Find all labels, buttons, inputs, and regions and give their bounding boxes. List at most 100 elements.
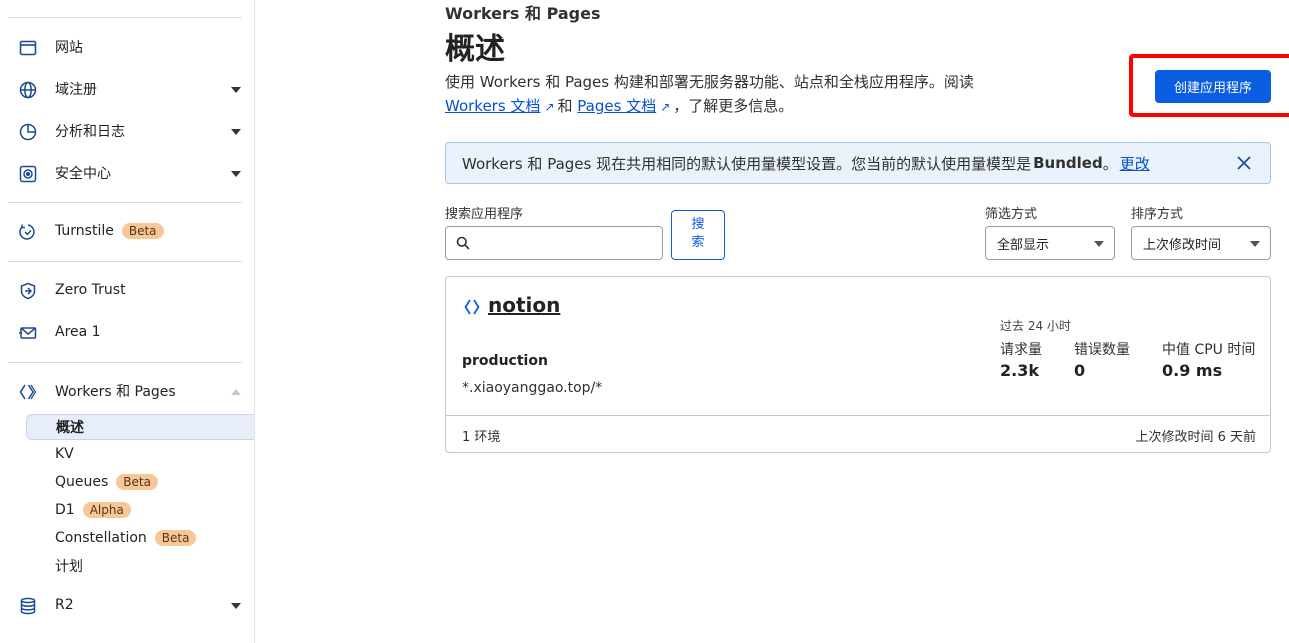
create-application-button[interactable]: 创建应用程序 bbox=[1155, 70, 1271, 103]
chevron-down-icon bbox=[1250, 241, 1260, 247]
description-text: 使用 Workers 和 Pages 构建和部署无服务器功能、站点和全栈应用程序… bbox=[445, 73, 974, 91]
environment-name: production bbox=[462, 353, 548, 369]
beta-badge: Beta bbox=[154, 530, 197, 546]
usage-model-alert: Workers 和 Pages 现在共用相同的默认使用量模型设置。您当前的默认使… bbox=[445, 142, 1271, 184]
external-link-icon: ↗ bbox=[660, 100, 671, 114]
search-label: 搜索应用程序 bbox=[445, 207, 524, 222]
highlight-box: 创建应用程序 bbox=[1129, 54, 1289, 117]
turnstile-icon bbox=[19, 223, 37, 241]
stats-period: 过去 24 小时 bbox=[1000, 319, 1071, 333]
database-icon bbox=[19, 597, 37, 615]
description-suffix: ，了解更多信息。 bbox=[673, 97, 794, 115]
filter-label: 筛选方式 bbox=[985, 207, 1038, 222]
sidebar-subitem-plans[interactable]: 计划 bbox=[26, 553, 254, 579]
sidebar-item-label: 安全中心 bbox=[55, 166, 111, 182]
sidebar-item-label: Workers 和 Pages bbox=[55, 384, 176, 400]
close-icon[interactable] bbox=[1236, 155, 1252, 171]
stat-label-errors: 错误数量 bbox=[1074, 342, 1130, 358]
sort-value: 上次修改时间 bbox=[1143, 237, 1222, 253]
search-icon bbox=[456, 236, 470, 250]
chevron-down-icon bbox=[231, 171, 241, 177]
sidebar-item-turnstile[interactable]: Turnstile Beta bbox=[0, 215, 254, 247]
sidebar-item-label: 网站 bbox=[55, 40, 83, 56]
filter-value: 全部显示 bbox=[997, 237, 1050, 253]
sidebar-subitem-label: 概述 bbox=[56, 420, 84, 436]
sidebar-item-websites[interactable]: 网站 bbox=[0, 31, 254, 63]
search-button[interactable]: 搜 索 bbox=[671, 210, 725, 260]
workers-icon bbox=[463, 297, 483, 317]
sidebar-item-area1[interactable]: Area 1 bbox=[0, 316, 254, 348]
sidebar-subitem-constellation[interactable]: Constellation Beta bbox=[26, 525, 254, 551]
description-and: 和 bbox=[557, 97, 573, 115]
breadcrumb: Workers 和 Pages bbox=[445, 4, 601, 23]
project-card: notion production *.xiaoyanggao.top/* 过去… bbox=[445, 276, 1271, 453]
sidebar-subitem-kv[interactable]: KV bbox=[26, 441, 254, 467]
sidebar-item-label: Turnstile bbox=[55, 223, 114, 239]
search-field[interactable] bbox=[445, 226, 663, 260]
usage-model-value: Bundled bbox=[1033, 154, 1103, 172]
sidebar-item-label: 分析和日志 bbox=[55, 124, 125, 140]
page-title: 概述 bbox=[445, 32, 505, 67]
globe-icon bbox=[19, 81, 37, 99]
project-name-link[interactable]: notion bbox=[488, 293, 560, 317]
route-pattern: *.xiaoyanggao.top/* bbox=[462, 380, 603, 396]
zero-trust-icon bbox=[19, 282, 37, 300]
chevron-down-icon bbox=[231, 129, 241, 135]
sidebar-subitem-label: 计划 bbox=[55, 559, 83, 575]
alpha-badge: Alpha bbox=[82, 502, 131, 518]
chevron-down-icon bbox=[1094, 241, 1104, 247]
stat-value-requests: 2.3k bbox=[1000, 361, 1039, 380]
sidebar-divider bbox=[8, 261, 242, 262]
filter-select[interactable]: 全部显示 bbox=[985, 226, 1115, 260]
stat-value-errors: 0 bbox=[1074, 361, 1086, 380]
sidebar-item-workers-pages[interactable]: Workers 和 Pages bbox=[0, 375, 254, 407]
chevron-up-icon bbox=[231, 389, 241, 395]
mail-icon bbox=[19, 324, 37, 342]
card-footer: 1 环境 上次修改时间 6 天前 bbox=[446, 415, 1270, 452]
sidebar-subitem-overview[interactable]: 概述 bbox=[26, 414, 254, 440]
stat-value-cpu-time: 0.9 ms bbox=[1162, 361, 1223, 380]
chevron-down-icon bbox=[231, 87, 241, 93]
pie-chart-icon bbox=[19, 123, 37, 141]
sidebar-subitem-queues[interactable]: Queues Beta bbox=[26, 469, 254, 495]
change-link[interactable]: 更改 bbox=[1120, 153, 1150, 174]
sidebar-divider bbox=[8, 17, 242, 18]
alert-period: 。 bbox=[1102, 154, 1118, 173]
search-input[interactable] bbox=[476, 233, 656, 253]
shield-target-icon bbox=[19, 165, 37, 183]
chevron-down-icon bbox=[231, 603, 241, 609]
sidebar-item-r2[interactable]: R2 bbox=[0, 589, 254, 621]
pages-docs-link[interactable]: Pages 文档 bbox=[577, 97, 656, 115]
sidebar-item-label: 域注册 bbox=[55, 82, 97, 98]
sidebar-subitem-label: KV bbox=[55, 446, 74, 462]
sort-select[interactable]: 上次修改时间 bbox=[1131, 226, 1271, 260]
sidebar-item-zero-trust[interactable]: Zero Trust bbox=[0, 274, 254, 306]
stat-label-requests: 请求量 bbox=[1000, 342, 1042, 358]
last-modified: 上次修改时间 6 天前 bbox=[1135, 430, 1256, 445]
sidebar-item-label: R2 bbox=[55, 597, 74, 613]
page-description: 使用 Workers 和 Pages 构建和部署无服务器功能、站点和全栈应用程序… bbox=[445, 70, 1045, 119]
sidebar-subitem-label: D1 bbox=[55, 502, 75, 518]
beta-badge: Beta bbox=[121, 223, 164, 239]
sidebar-item-label: Area 1 bbox=[55, 324, 101, 340]
sidebar-item-label: Zero Trust bbox=[55, 282, 126, 298]
beta-badge: Beta bbox=[116, 474, 158, 490]
sidebar-divider bbox=[8, 202, 242, 203]
sidebar-subitem-d1[interactable]: D1 Alpha bbox=[26, 497, 254, 523]
sidebar-item-domain-registration[interactable]: 域注册 bbox=[0, 73, 254, 105]
sort-label: 排序方式 bbox=[1131, 207, 1184, 222]
sidebar-divider bbox=[8, 362, 242, 363]
external-link-icon: ↗ bbox=[544, 100, 555, 114]
sidebar-item-security-center[interactable]: 安全中心 bbox=[0, 157, 254, 189]
search-button-label-1: 搜 bbox=[691, 217, 705, 232]
environments-count: 1 环境 bbox=[462, 430, 501, 445]
sidebar-subitem-label: Queues bbox=[55, 474, 109, 490]
sidebar: 网站 域注册 分析和日志 安全中心 Turnstile Beta Zero Tr… bbox=[0, 0, 255, 643]
alert-text: Workers 和 Pages 现在共用相同的默认使用量模型设置。您当前的默认使… bbox=[462, 154, 1032, 173]
workers-icon bbox=[19, 383, 37, 401]
workers-docs-link[interactable]: Workers 文档 bbox=[445, 97, 540, 115]
sidebar-subitem-label: Constellation bbox=[55, 530, 147, 546]
sidebar-item-analytics[interactable]: 分析和日志 bbox=[0, 115, 254, 147]
browser-window-icon bbox=[19, 39, 37, 57]
stat-label-cpu-time: 中值 CPU 时间 bbox=[1162, 342, 1256, 358]
